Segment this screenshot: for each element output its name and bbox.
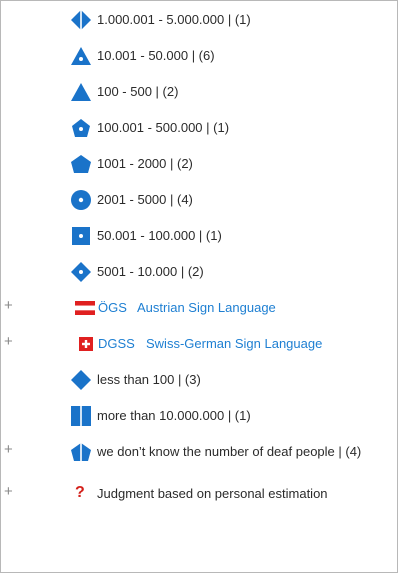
legend-note-label: Judgment based on personal estimation [97, 486, 328, 501]
legend-item-label: more than 10.000.000 | (1) [97, 408, 251, 423]
triangle-dot-icon [69, 44, 93, 68]
legend-item[interactable]: 2001 - 5000 | (4) [1, 185, 397, 215]
circle-dot-icon [69, 188, 93, 212]
legend-item[interactable]: 100 - 500 | (2) [1, 77, 397, 107]
diamond-icon [69, 368, 93, 392]
legend-item-label: 10.001 - 50.000 | (6) [97, 48, 215, 63]
legend-item[interactable]: 1.000.001 - 5.000.000 | (1) [1, 5, 397, 35]
triangle-icon [69, 80, 93, 104]
legend-item[interactable]: more than 10.000.000 | (1) [1, 401, 397, 431]
language-code[interactable]: DGSS [98, 335, 135, 353]
expand-toggle[interactable]: + [4, 334, 18, 349]
legend-panel: 1.000.001 - 5.000.000 | (1) 10.001 - 50.… [0, 0, 398, 573]
square-dot-icon [69, 224, 93, 248]
legend-item[interactable]: 5001 - 10.000 | (2) [1, 257, 397, 287]
expand-toggle[interactable]: + [4, 484, 18, 499]
expand-toggle[interactable]: + [4, 298, 18, 313]
pentagon-icon [69, 152, 93, 176]
swiss-flag-icon [74, 332, 98, 356]
legend-item-label: 50.001 - 100.000 | (1) [97, 228, 222, 243]
legend-item[interactable]: 50.001 - 100.000 | (1) [1, 221, 397, 251]
language-code[interactable]: ÖGS [98, 299, 127, 317]
legend-item-label: less than 100 | (3) [97, 372, 201, 387]
austria-flag-icon [73, 296, 97, 320]
legend-item-label: 2001 - 5000 | (4) [97, 192, 193, 207]
split-diamond-icon [69, 8, 93, 32]
legend-item[interactable]: less than 100 | (3) [1, 365, 397, 395]
split-square-icon [69, 404, 93, 428]
legend-item-label: 100 - 500 | (2) [97, 84, 179, 99]
legend-item[interactable]: 1001 - 2000 | (2) [1, 149, 397, 179]
pentagon-dot-icon [69, 116, 93, 140]
language-name[interactable]: Austrian Sign Language [137, 299, 276, 317]
legend-item[interactable]: + we don’t know the number of deaf peopl… [1, 437, 397, 467]
legend-item[interactable]: 100.001 - 500.000 | (1) [1, 113, 397, 143]
question-mark-icon: ? [75, 484, 85, 501]
language-name[interactable]: Swiss-German Sign Language [146, 335, 322, 353]
diamond-dot-icon [69, 260, 93, 284]
legend-item-label: 1.000.001 - 5.000.000 | (1) [97, 12, 251, 27]
split-pentagon-icon [69, 440, 93, 464]
legend-item-label: 100.001 - 500.000 | (1) [97, 120, 230, 135]
legend-item-label: we don’t know the number of deaf people … [97, 444, 362, 459]
language-item[interactable]: + DGSS Swiss-German Sign Language [1, 329, 397, 359]
language-item[interactable]: + ÖGS Austrian Sign Language [1, 293, 397, 323]
legend-item-label: 1001 - 2000 | (2) [97, 156, 193, 171]
legend-item[interactable]: 10.001 - 50.000 | (6) [1, 41, 397, 71]
legend-item-label: 5001 - 10.000 | (2) [97, 264, 204, 279]
expand-toggle[interactable]: + [4, 442, 18, 457]
legend-note[interactable]: + ? Judgment based on personal estimatio… [1, 479, 397, 509]
